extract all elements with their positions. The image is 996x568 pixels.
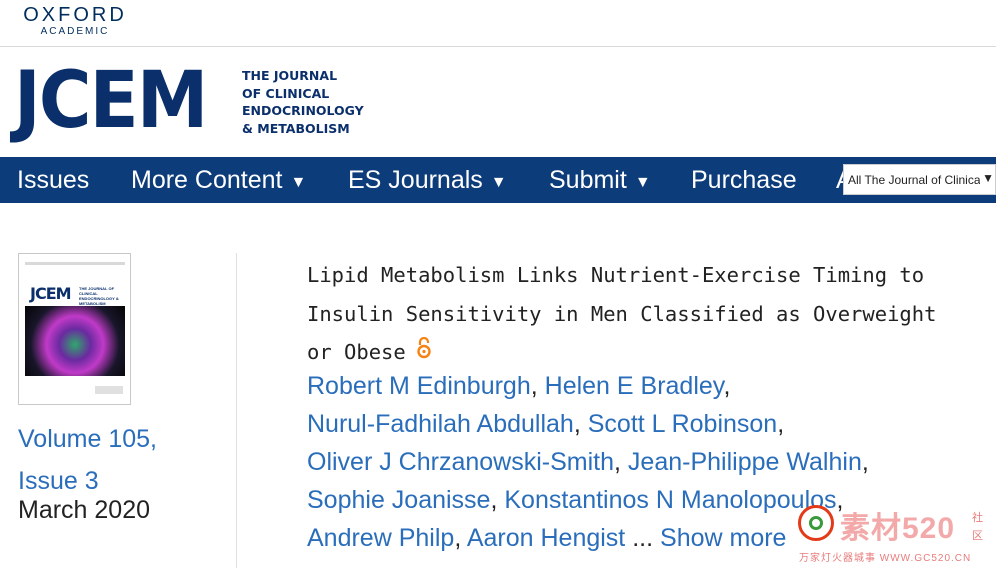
journal-title-line: OF CLINICAL — [242, 85, 330, 101]
journal-full-title: THE JOURNAL OF CLINICAL ENDOCRINOLOGY & … — [242, 67, 382, 137]
column-divider — [236, 253, 237, 568]
nav-label: Issues — [17, 166, 90, 194]
author-link[interactable]: Jean-Philippe Walhin — [628, 448, 862, 476]
journal-title-line: THE JOURNAL — [242, 68, 338, 83]
author-link[interactable]: Helen E Bradley — [545, 372, 724, 400]
publisher-bar: OXFORD ACADEMIC — [0, 0, 996, 47]
cover-publisher-logo — [95, 386, 123, 394]
chevron-down-icon: ▼ — [490, 174, 507, 191]
nav-label: More Content — [131, 166, 283, 194]
chevron-down-icon: ▼ — [982, 171, 994, 185]
nav-more-content[interactable]: More Content ▼ — [131, 157, 306, 203]
publisher-name: OXFORD — [23, 4, 127, 26]
author-link[interactable]: Robert M Edinburgh — [307, 372, 531, 400]
journal-logo[interactable]: JCEM — [14, 61, 208, 141]
journal-title-line: ENDOCRINOLOGY — [242, 103, 364, 118]
watermark-url: 万家灯火器城事 WWW.GC520.CN — [799, 553, 972, 564]
nav-label: ES Journals — [348, 166, 483, 194]
oxford-academic-logo[interactable]: OXFORD ACADEMIC — [16, 4, 134, 38]
author-link[interactable]: Sophie Joanisse — [307, 486, 490, 514]
article-title-text: Lipid Metabolism Links Nutrient-Exercise… — [307, 263, 937, 364]
nav-es-journals[interactable]: ES Journals ▼ — [348, 157, 507, 203]
watermark-logo-icon — [798, 505, 834, 541]
journal-header: JCEM THE JOURNAL OF CLINICAL ENDOCRINOLO… — [0, 47, 996, 157]
issue-cover-image[interactable]: JCEM THE JOURNAL OF CLINICAL ENDOCRINOLO… — [18, 253, 131, 405]
nav-issues[interactable]: Issues — [17, 157, 89, 203]
issue-date: March 2020 — [18, 496, 151, 524]
search-scope-select[interactable]: All The Journal of Clinica ▼ — [843, 164, 996, 195]
show-more-link[interactable]: Show more — [660, 524, 786, 552]
author-link[interactable]: Scott L Robinson — [588, 410, 777, 438]
cover-subtitle: THE JOURNAL OF CLINICAL ENDOCRINOLOGY & … — [79, 286, 124, 306]
article-title: Lipid Metabolism Links Nutrient-Exercise… — [307, 256, 947, 372]
search-scope-value: All The Journal of Clinica — [848, 173, 980, 187]
volume-link[interactable]: Volume 105, — [18, 418, 157, 460]
author-link[interactable]: Konstantinos N Manolopoulos — [504, 486, 836, 514]
nav-label: Submit — [549, 166, 627, 194]
chevron-down-icon: ▼ — [290, 174, 307, 191]
author-link[interactable]: Nurul-Fadhilah Abdullah — [307, 410, 574, 438]
chevron-down-icon: ▼ — [634, 174, 651, 191]
journal-title-line: & METABOLISM — [242, 120, 350, 136]
watermark-side-text: 社区 — [972, 512, 983, 542]
watermark-brand: 素材520 — [840, 512, 956, 545]
publisher-division: ACADEMIC — [40, 26, 110, 37]
watermark: 素材520 社区 万家灯火器城事 WWW.GC520.CN — [798, 503, 994, 565]
nav-submit[interactable]: Submit ▼ — [549, 157, 651, 203]
nav-label: Purchase — [691, 166, 797, 194]
author-ellipsis: ... — [632, 524, 654, 552]
cover-header-strip — [25, 262, 125, 265]
author-link[interactable]: Andrew Philp — [307, 524, 454, 552]
nav-purchase[interactable]: Purchase — [691, 157, 797, 203]
author-link[interactable]: Oliver J Chrzanowski-Smith — [307, 448, 614, 476]
issue-link[interactable]: Volume 105, Issue 3 — [18, 418, 157, 502]
cover-title: JCEM — [30, 284, 72, 303]
author-link[interactable]: Aaron Hengist — [467, 524, 625, 552]
cover-micrograph — [25, 306, 125, 376]
